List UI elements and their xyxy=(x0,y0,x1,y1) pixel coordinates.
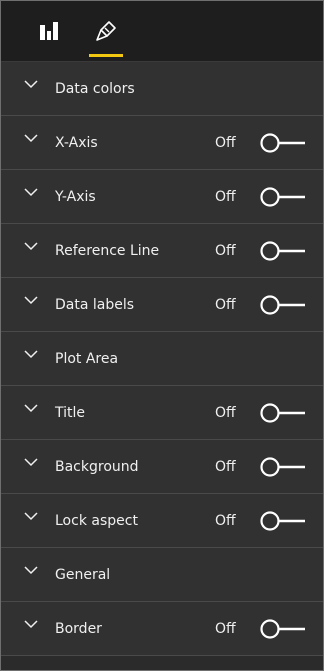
chevron-down-icon xyxy=(24,80,38,89)
chevron-down-icon xyxy=(24,188,38,197)
chevron-down-icon xyxy=(24,512,38,521)
section-label: Plot Area xyxy=(55,351,119,367)
chevron-down-icon xyxy=(24,566,38,575)
chevron-down-icon xyxy=(24,350,38,359)
section-label: X-Axis xyxy=(55,135,98,151)
chevron-down-icon xyxy=(24,620,38,629)
toggle-status-label: Off xyxy=(215,135,236,151)
chevron-down-icon xyxy=(24,134,38,143)
toggle-status-label: Off xyxy=(215,621,236,637)
section-label: Title xyxy=(55,405,86,421)
section-label: Data colors xyxy=(55,81,135,97)
section-row-plot-area[interactable]: Plot Area xyxy=(1,332,323,386)
chevron-down-icon xyxy=(24,242,38,251)
section-row-x-axis[interactable]: X-Axis Off xyxy=(1,116,323,170)
toggle-switch[interactable] xyxy=(259,509,307,533)
section-label: Border xyxy=(55,621,102,637)
toggle-switch[interactable] xyxy=(259,185,307,209)
tab-fields[interactable] xyxy=(31,1,67,61)
paint-roller-icon xyxy=(96,21,116,41)
toggle-switch[interactable] xyxy=(259,131,307,155)
toggle-status-label: Off xyxy=(215,189,236,205)
section-row-data-labels[interactable]: Data labels Off xyxy=(1,278,323,332)
section-row-background[interactable]: Background Off xyxy=(1,440,323,494)
section-row-border[interactable]: Border Off xyxy=(1,602,323,656)
toggle-status-label: Off xyxy=(215,513,236,529)
chevron-down-icon xyxy=(24,296,38,305)
section-row-y-axis[interactable]: Y-Axis Off xyxy=(1,170,323,224)
pane-tab-bar xyxy=(1,1,323,62)
toggle-switch[interactable] xyxy=(259,455,307,479)
toggle-switch[interactable] xyxy=(259,401,307,425)
toggle-status-label: Off xyxy=(215,405,236,421)
toggle-status-label: Off xyxy=(215,297,236,313)
active-tab-indicator xyxy=(89,54,123,57)
toggle-switch[interactable] xyxy=(259,617,307,641)
section-row-general[interactable]: General xyxy=(1,548,323,602)
bar-chart-icon xyxy=(40,22,58,40)
section-label: Reference Line xyxy=(55,243,160,259)
toggle-switch[interactable] xyxy=(259,239,307,263)
section-row-lock-aspect[interactable]: Lock aspect Off xyxy=(1,494,323,548)
toggle-status-label: Off xyxy=(215,459,236,475)
section-label: Lock aspect xyxy=(55,513,138,529)
section-label: Data labels xyxy=(55,297,135,313)
section-label: Background xyxy=(55,459,139,475)
format-pane: Data colors X-Axis Off Y-Axis Off Reference L… xyxy=(0,0,324,671)
tab-format[interactable] xyxy=(85,1,127,61)
toggle-switch[interactable] xyxy=(259,293,307,317)
section-row-data-colors[interactable]: Data colors xyxy=(1,62,323,116)
chevron-down-icon xyxy=(24,458,38,467)
chevron-down-icon xyxy=(24,404,38,413)
toggle-status-label: Off xyxy=(215,243,236,259)
section-row-reference-line[interactable]: Reference Line Off xyxy=(1,224,323,278)
section-label: General xyxy=(55,567,111,583)
section-label: Y-Axis xyxy=(55,189,96,205)
section-row-title[interactable]: Title Off xyxy=(1,386,323,440)
format-sections: Data colors X-Axis Off Y-Axis Off Reference L… xyxy=(1,62,323,656)
